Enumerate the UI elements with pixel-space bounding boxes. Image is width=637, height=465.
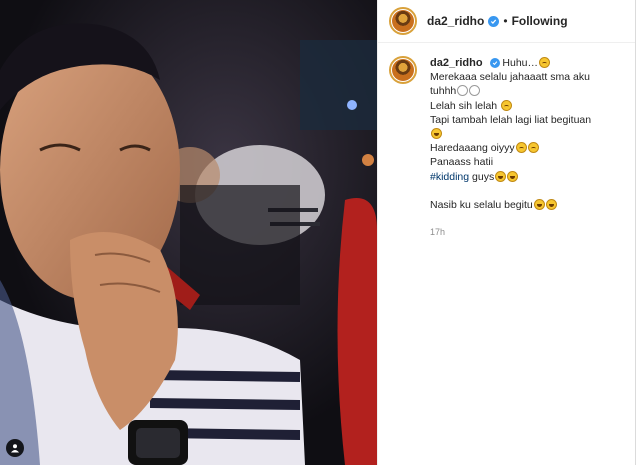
post-photo-image (0, 0, 377, 465)
tired-face-emoji-icon (501, 99, 513, 111)
post-photo[interactable] (0, 0, 377, 465)
caption-line: Haredaaang oiyyy (430, 142, 515, 155)
grinning-sweat-emoji-icon (507, 170, 519, 182)
caption-username[interactable]: da2_ridho (430, 57, 483, 69)
caption-line: Panaass hatii (430, 156, 494, 169)
caption-avatar[interactable] (389, 56, 417, 84)
caption-line: Huhu… (502, 57, 539, 69)
sad-face-emoji-icon (539, 57, 551, 68)
caption-line: Nasib ku selalu begitu (430, 199, 533, 212)
grinning-sweat-emoji-icon (533, 199, 545, 211)
caption-line: Merekaaa selalu jahaaatt sma aku (430, 71, 590, 84)
grinning-sweat-emoji-icon (545, 199, 557, 211)
caption-line: Lelah sih lelah (430, 99, 498, 112)
grinning-sweat-emoji-icon (495, 170, 507, 182)
post-timestamp[interactable]: 17h (430, 225, 591, 239)
verified-badge-icon (488, 15, 500, 27)
caption-text: da2_ridho Huhu… Merekaaa selalu jahaaatt… (430, 56, 591, 239)
unamused-face-emoji-icon (469, 85, 481, 97)
following-button[interactable]: Following (512, 14, 568, 28)
separator-dot: • (503, 14, 508, 28)
user-tag-icon[interactable] (6, 439, 24, 457)
post-side-panel: da2_ridho • Following da2_ridho Huhu… Me… (377, 0, 636, 465)
header-username[interactable]: da2_ridho (427, 14, 484, 28)
caption-line: guys (469, 170, 495, 183)
caption-line: tuhhh (430, 85, 457, 98)
avatar[interactable] (389, 7, 417, 35)
caption-block: da2_ridho Huhu… Merekaaa selalu jahaaatt… (389, 56, 627, 239)
disappointed-face-emoji-icon (515, 142, 527, 154)
unamused-face-emoji-icon (457, 85, 469, 97)
grinning-sweat-emoji-icon (431, 128, 442, 140)
verified-badge-icon (489, 58, 500, 68)
caption-line: Tapi tambah lelah lagi liat begituan (430, 113, 592, 126)
disappointed-face-emoji-icon (527, 142, 539, 154)
hashtag-kidding[interactable]: #kidding (430, 171, 469, 183)
post-header: da2_ridho • Following (378, 0, 635, 43)
